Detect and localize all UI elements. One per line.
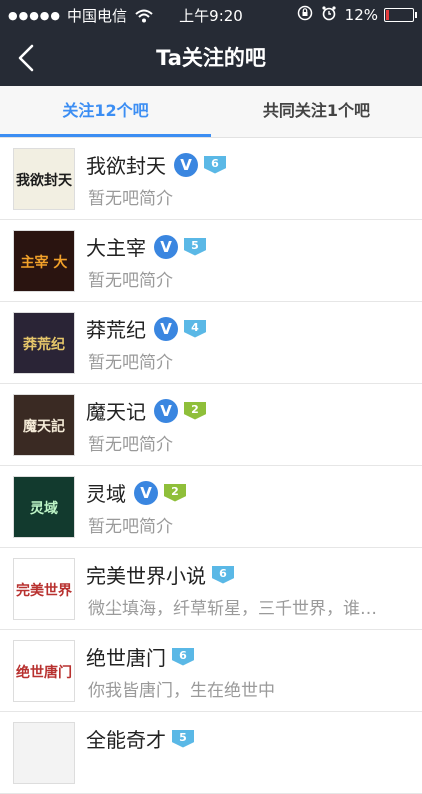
bar-description: 暂无吧简介	[88, 435, 173, 455]
list-item[interactable]: 主宰 大 大主宰 V 5 暂无吧简介	[0, 220, 422, 302]
battery-percent: 12%	[344, 6, 378, 24]
list-item[interactable]: 魔天記 魔天记 V 2 暂无吧简介	[0, 384, 422, 466]
battery-fill	[386, 10, 390, 20]
tab-common-bars[interactable]: 共同关注1个吧	[211, 86, 422, 136]
level-badge: 6	[204, 155, 226, 174]
name-row: 魔天记 V 2	[86, 396, 206, 425]
bar-description: 暂无吧简介	[88, 271, 173, 291]
tab-bar: 关注12个吧 共同关注1个吧	[0, 86, 422, 138]
name-row: 我欲封天 V 6	[86, 150, 226, 179]
verified-icon: V	[174, 152, 198, 177]
level-badge: 2	[184, 401, 206, 420]
list-item[interactable]: 灵域 灵域 V 2 暂无吧简介	[0, 466, 422, 548]
avatar-text: 莽荒纪	[22, 336, 65, 353]
bar-name: 完美世界小说	[86, 564, 206, 588]
bar-name: 魔天记	[86, 400, 146, 424]
verified-icon: V	[154, 234, 178, 259]
alarm-icon	[321, 5, 337, 25]
list-item[interactable]: 绝世唐门 绝世唐门 6 你我皆唐门，生在绝世中	[0, 630, 422, 712]
bar-list: 我欲封天 我欲封天 V 6 暂无吧简介 主宰 大 大主宰 V 5 暂无吧简介 莽…	[0, 138, 422, 794]
verified-icon: V	[154, 398, 178, 423]
bar-name: 灵域	[86, 482, 126, 506]
avatar-text: 主宰 大	[21, 254, 68, 271]
page-title: Ta关注的吧	[156, 46, 266, 70]
avatar-text: 魔天記	[23, 418, 65, 435]
list-item[interactable]: 我欲封天 我欲封天 V 6 暂无吧简介	[0, 138, 422, 220]
bar-name: 我欲封天	[86, 154, 166, 178]
status-right: 12%	[297, 5, 417, 25]
bar-name: 莽荒纪	[86, 318, 146, 342]
list-item[interactable]: 完美世界 完美世界小说 6 微尘填海，纤草斩星，三千世界，谁…	[0, 548, 422, 630]
verified-icon: V	[134, 480, 158, 505]
name-row: 全能奇才 5	[86, 724, 194, 753]
name-row: 灵域 V 2	[86, 478, 186, 507]
level-badge: 6	[172, 647, 194, 666]
level-badge: 4	[184, 319, 206, 338]
navbar: Ta关注的吧	[0, 30, 422, 86]
header: ●●●●● 中国电信 上午9:20 12% Ta关注的吧	[0, 0, 422, 86]
verified-icon: V	[154, 316, 178, 341]
level-badge: 5	[184, 237, 206, 256]
level-badge: 6	[212, 565, 234, 584]
bar-avatar: 主宰 大	[13, 230, 75, 292]
battery-icon	[384, 8, 417, 22]
level-badge: 2	[164, 483, 186, 502]
avatar-text: 我欲封天	[16, 172, 73, 189]
avatar-text: 绝世唐门	[16, 664, 72, 681]
bar-name: 大主宰	[86, 236, 146, 260]
bar-avatar: 莽荒纪	[13, 312, 75, 374]
tab-followed-bars[interactable]: 关注12个吧	[0, 86, 211, 137]
bar-avatar: 魔天記	[13, 394, 75, 456]
bar-avatar: 完美世界	[13, 558, 75, 620]
bar-description: 暂无吧简介	[88, 189, 173, 209]
name-row: 莽荒纪 V 4	[86, 314, 206, 343]
list-item[interactable]: 全能奇才 5	[0, 712, 422, 794]
status-bar: ●●●●● 中国电信 上午9:20 12%	[0, 0, 422, 30]
bar-description: 微尘填海，纤草斩星，三千世界，谁…	[88, 599, 377, 619]
bar-description: 暂无吧简介	[88, 353, 173, 373]
bar-avatar: 灵域	[13, 476, 75, 538]
orientation-lock-icon	[297, 5, 313, 25]
bar-avatar: 绝世唐门	[13, 640, 75, 702]
name-row: 大主宰 V 5	[86, 232, 206, 261]
name-row: 完美世界小说 6	[86, 560, 234, 589]
avatar-text: 完美世界	[16, 582, 73, 599]
bar-name: 全能奇才	[86, 728, 166, 752]
level-badge: 5	[172, 729, 194, 748]
bar-name: 绝世唐门	[86, 646, 166, 670]
bar-description: 暂无吧简介	[88, 517, 173, 537]
bar-avatar: 我欲封天	[13, 148, 75, 210]
avatar-text: 灵域	[30, 500, 58, 517]
name-row: 绝世唐门 6	[86, 642, 194, 671]
list-item[interactable]: 莽荒纪 莽荒纪 V 4 暂无吧简介	[0, 302, 422, 384]
bar-avatar	[13, 722, 75, 784]
bar-description: 你我皆唐门，生在绝世中	[88, 681, 275, 701]
